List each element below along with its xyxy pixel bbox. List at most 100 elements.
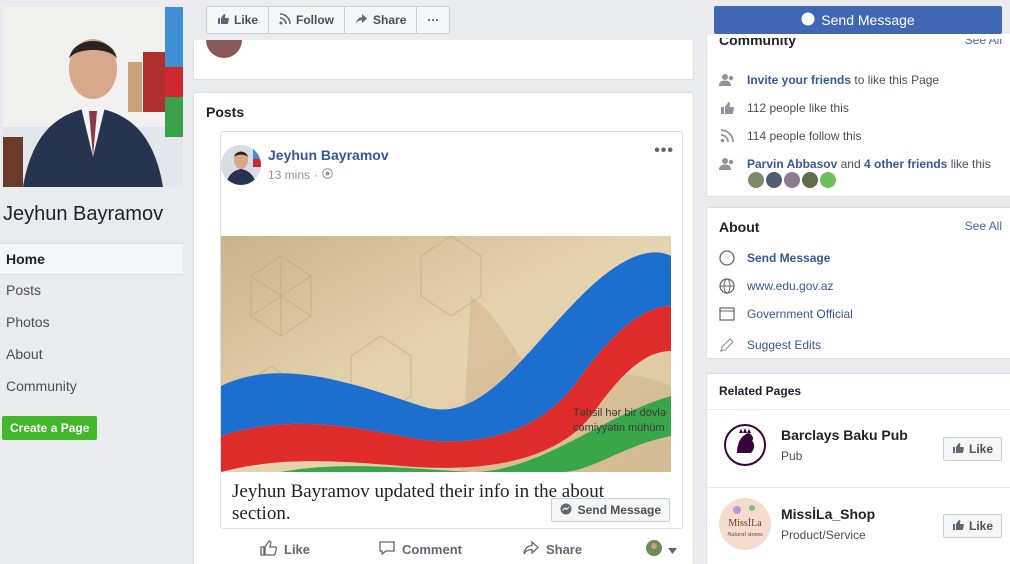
- author-avatar[interactable]: [221, 145, 261, 185]
- community-see-all-link[interactable]: See All: [965, 39, 1002, 51]
- related-page-name[interactable]: Barclays Baku Pub: [781, 427, 908, 443]
- follow-button[interactable]: Follow: [269, 7, 346, 33]
- likes-count-row: 112 people like this: [719, 100, 849, 116]
- post-like-label: Like: [284, 542, 311, 557]
- nav-home[interactable]: Home: [0, 243, 183, 275]
- premier-league-logo: [719, 419, 771, 471]
- about-see-all-link[interactable]: See All: [965, 219, 1002, 233]
- community-title-text: Community: [719, 38, 796, 48]
- related-page-category: Pub: [781, 449, 803, 463]
- nav-community[interactable]: Community: [0, 371, 183, 403]
- post-image[interactable]: Təhsil hər bir dövlə cəmiyyətin mühüm: [221, 236, 671, 472]
- posts-title: Posts: [206, 104, 245, 120]
- posts-section: Posts Jeyhun Bayramov 13 mins · ••• Təhs…: [193, 92, 694, 564]
- thumbs-up-icon: [217, 13, 229, 28]
- left-sidebar: Jeyhun Bayramov Home Posts Photos About …: [0, 0, 193, 564]
- likes-count-text: 112 people like this: [747, 101, 849, 115]
- website-row: www.edu.gov.az: [719, 278, 834, 294]
- community-see-all-text: See All: [964, 39, 1002, 47]
- post-comment-label: Comment: [402, 542, 462, 557]
- missila-logo-subtext: Natural stones: [726, 532, 763, 538]
- post-send-message-label: Send Message: [577, 503, 661, 517]
- send-message-button[interactable]: Send Message: [714, 6, 1002, 34]
- thumbs-up-icon: [719, 100, 735, 116]
- friend-avatars: [748, 172, 836, 188]
- thumbs-up-icon: [952, 442, 964, 457]
- related-pages-title: Related Pages: [719, 384, 802, 398]
- about-send-message-row: Send Message: [719, 250, 830, 266]
- post-share-button[interactable]: Share: [522, 540, 582, 559]
- share-label: Share: [373, 13, 407, 27]
- flag-box-icon: [719, 306, 735, 322]
- invite-friends-row: Invite your friends to like this Page: [719, 72, 939, 88]
- related-page-name[interactable]: MissİLa_Shop: [781, 506, 875, 522]
- post-author-name[interactable]: Jeyhun Bayramov: [268, 147, 389, 163]
- missila-shop-logo: MissİLa Natural stones: [719, 498, 771, 550]
- divider: [707, 409, 1010, 410]
- category-row: Government Official: [719, 306, 853, 322]
- follow-label: Follow: [296, 13, 335, 27]
- related-page-item[interactable]: MissİLa Natural stones MissİLa_Shop Prod…: [719, 498, 875, 550]
- globe-icon: [322, 168, 333, 182]
- share-outline-icon: [522, 540, 540, 559]
- follows-count-text: 114 people follow this: [747, 129, 862, 143]
- nav-posts[interactable]: Posts: [0, 275, 183, 307]
- nav-photos[interactable]: Photos: [0, 307, 183, 339]
- post-time-separator: ·: [314, 168, 319, 182]
- chevron-down-icon: [668, 542, 678, 557]
- send-message-label: Send Message: [821, 12, 915, 28]
- messenger-icon: [719, 250, 735, 266]
- other-friends-link[interactable]: 4 other friends: [864, 157, 947, 171]
- about-title: About: [719, 219, 760, 235]
- related-page-like-button[interactable]: Like: [942, 437, 1002, 461]
- thumbs-up-icon: [952, 519, 964, 534]
- more-options-button[interactable]: ···: [417, 7, 449, 33]
- thumbs-up-outline-icon: [260, 540, 278, 559]
- friend-avatar[interactable]: [802, 172, 818, 188]
- related-like-label: Like: [968, 519, 993, 533]
- friend-avatar[interactable]: [820, 172, 836, 188]
- create-page-button[interactable]: Create a Page: [2, 416, 98, 440]
- post-like-button[interactable]: Like: [260, 540, 310, 559]
- nav-about[interactable]: About: [0, 339, 183, 371]
- friend-and-text: and: [840, 157, 861, 171]
- suggest-edits-link[interactable]: Suggest Edits: [747, 338, 821, 352]
- friends-icon: [719, 156, 735, 172]
- about-send-message-link[interactable]: Send Message: [747, 251, 830, 265]
- messenger-icon: [801, 12, 815, 29]
- pencil-icon: [719, 337, 735, 353]
- share-arrow-icon: [355, 13, 368, 28]
- like-page-button[interactable]: Like: [207, 7, 270, 33]
- friends-like-row: Parvin Abbasov and 4 other friends like …: [719, 156, 991, 172]
- invite-friends-link[interactable]: Invite your friends: [747, 73, 851, 87]
- related-page-item[interactable]: Barclays Baku Pub Pub: [719, 419, 908, 471]
- post-options-button[interactable]: •••: [654, 142, 674, 160]
- about-card: About See All Send Message www.edu.gov.a…: [706, 207, 1010, 359]
- post-send-message-button[interactable]: Send Message: [550, 498, 670, 522]
- post-share-label: Share: [545, 542, 583, 557]
- friend-name-link[interactable]: Parvin Abbasov: [747, 157, 837, 171]
- related-page-info: MissİLa_Shop Product/Service: [781, 506, 875, 542]
- post-comment-button[interactable]: Comment: [378, 540, 462, 559]
- related-page-like-button[interactable]: Like: [942, 514, 1002, 538]
- avatar-small: [646, 540, 663, 559]
- comment-icon: [378, 540, 396, 559]
- divider: [707, 487, 1010, 488]
- friend-avatar[interactable]: [766, 172, 782, 188]
- post-time-text[interactable]: 13 mins: [268, 168, 310, 182]
- friend-avatar[interactable]: [784, 172, 800, 188]
- post-audience-selector[interactable]: [646, 540, 678, 559]
- image-caption-line1: Təhsil hər bir dövlə: [573, 407, 666, 419]
- post-timestamp: 13 mins ·: [268, 168, 333, 182]
- friend-avatar[interactable]: [748, 172, 764, 188]
- community-title: Community: [719, 38, 796, 50]
- related-page-category: Product/Service: [781, 528, 866, 542]
- website-link[interactable]: www.edu.gov.az: [747, 279, 834, 293]
- share-page-button[interactable]: Share: [345, 7, 418, 33]
- page-action-bar: Like Follow Share ···: [206, 6, 451, 34]
- profile-photo[interactable]: [3, 7, 183, 187]
- invite-rest-text: to like this Page: [854, 73, 940, 87]
- related-pages-card: Related Pages Barclays Baku Pub Pub Like: [706, 373, 1010, 564]
- rss-icon: [279, 12, 291, 28]
- category-link[interactable]: Government Official: [747, 307, 853, 321]
